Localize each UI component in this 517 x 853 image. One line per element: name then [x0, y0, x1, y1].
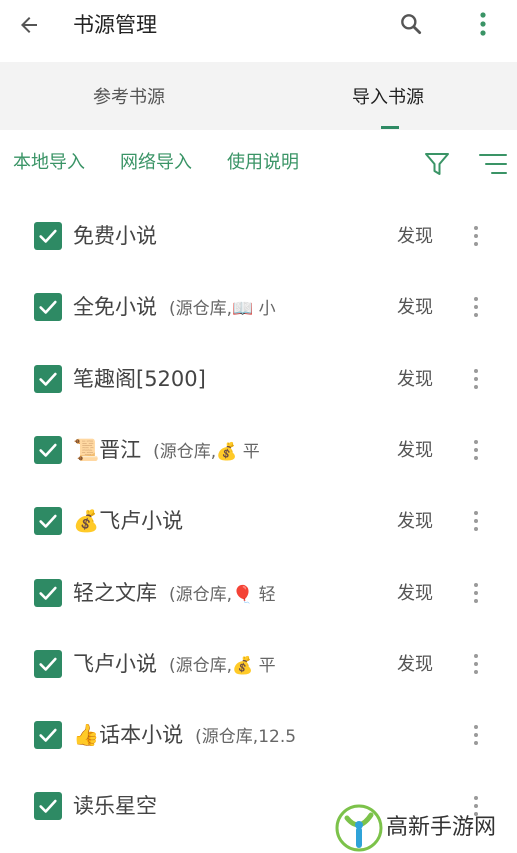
more-vert-icon [474, 511, 478, 531]
back-button[interactable] [14, 10, 44, 40]
discover-label[interactable]: 发现 [397, 652, 433, 678]
checkbox[interactable] [34, 293, 62, 321]
source-name-text: 读乐星空 [73, 794, 157, 818]
more-vert-icon [474, 226, 478, 246]
source-name: 💰飞卢小说 [73, 505, 183, 537]
row-menu-button[interactable] [466, 222, 486, 250]
source-emoji-icon: 📜 [73, 438, 100, 462]
more-vert-icon [474, 583, 478, 603]
more-vert-icon [474, 297, 478, 317]
source-row[interactable]: 笔趣阁[5200] 发现 [0, 343, 517, 413]
source-emoji-icon: 👍 [73, 723, 100, 747]
check-icon [39, 443, 57, 457]
source-row[interactable]: 💰飞卢小说 发现 [0, 485, 517, 555]
check-icon [39, 514, 57, 528]
source-name: 飞卢小说 (源仓库,💰 平 [73, 648, 276, 680]
source-name-text: 免费小说 [73, 224, 157, 248]
check-icon [39, 586, 57, 600]
tab-reference-sources[interactable]: 参考书源 [0, 62, 258, 130]
row-menu-button[interactable] [466, 436, 486, 464]
page-title: 书源管理 [73, 13, 157, 37]
row-menu-button[interactable] [466, 650, 486, 678]
local-import-link[interactable]: 本地导入 [13, 150, 85, 176]
row-menu-button[interactable] [466, 579, 486, 607]
source-group-label: (源仓库,💰 平 [153, 442, 260, 462]
source-name-text: 话本小说 [99, 723, 184, 747]
discover-label[interactable]: 发现 [397, 224, 433, 250]
watermark-logo-icon [335, 804, 383, 852]
tab-import-sources[interactable]: 导入书源 [259, 62, 517, 130]
more-vert-icon [474, 369, 478, 389]
check-icon [39, 799, 57, 813]
checkbox[interactable] [34, 650, 62, 678]
discover-label[interactable]: 发现 [397, 581, 433, 607]
source-name-text: 全免小说 [73, 295, 157, 319]
more-vert-icon [474, 654, 478, 674]
checkbox[interactable] [34, 792, 62, 820]
sort-button[interactable] [478, 150, 508, 178]
check-icon [39, 372, 57, 386]
source-emoji-icon: 💰 [73, 509, 100, 533]
source-name-text: 晋江 [99, 438, 142, 462]
checkbox[interactable] [34, 436, 62, 464]
source-group-label: (源仓库,📖 小 [169, 299, 276, 319]
source-row[interactable]: 飞卢小说 (源仓库,💰 平 发现 [0, 628, 517, 698]
source-group-label: (源仓库,🎈 轻 [169, 585, 276, 605]
more-vert-icon [474, 725, 478, 745]
more-vert-icon [480, 12, 486, 36]
app-bar: 书源管理 [0, 0, 517, 50]
filter-button[interactable] [423, 150, 451, 178]
source-name: 📜晋江 (源仓库,💰 平 [73, 434, 260, 466]
checkbox[interactable] [34, 507, 62, 535]
checkbox[interactable] [34, 222, 62, 250]
source-name-text: 飞卢小说 [99, 509, 184, 533]
check-icon [39, 728, 57, 742]
overflow-menu-button[interactable] [468, 9, 498, 39]
source-name-text: 轻之文库 [73, 581, 157, 605]
source-group-label: (源仓库,💰 平 [169, 656, 276, 676]
source-name: 👍话本小说 (源仓库,12.5 [73, 719, 296, 751]
source-row[interactable]: 📜晋江 (源仓库,💰 平 发现 [0, 414, 517, 484]
row-menu-button[interactable] [466, 721, 486, 749]
checkbox[interactable] [34, 721, 62, 749]
check-icon [39, 300, 57, 314]
instructions-link[interactable]: 使用说明 [227, 150, 299, 176]
tab-indicator [381, 126, 399, 129]
filter-icon [425, 153, 449, 175]
search-icon [401, 14, 422, 35]
source-row[interactable]: 👍话本小说 (源仓库,12.5 [0, 699, 517, 769]
tab-bar: 参考书源 导入书源 [0, 62, 517, 130]
check-icon [39, 657, 57, 671]
row-menu-button[interactable] [466, 365, 486, 393]
source-name: 笔趣阁[5200] [73, 363, 206, 395]
checkbox[interactable] [34, 579, 62, 607]
source-row[interactable]: 免费小说 发现 [0, 200, 517, 270]
row-menu-button[interactable] [466, 293, 486, 321]
source-row[interactable]: 轻之文库 (源仓库,🎈 轻 发现 [0, 557, 517, 627]
check-icon [39, 229, 57, 243]
source-name-text: 笔趣阁[5200] [73, 367, 206, 391]
source-name: 读乐星空 [73, 790, 157, 822]
network-import-link[interactable]: 网络导入 [120, 150, 192, 176]
source-name-text: 飞卢小说 [73, 652, 157, 676]
sort-icon [479, 154, 507, 174]
discover-label[interactable]: 发现 [397, 295, 433, 321]
more-vert-icon [474, 440, 478, 460]
source-name: 免费小说 [73, 220, 157, 252]
source-group-label: (源仓库,12.5 [195, 727, 297, 747]
watermark-text: 高新手游网 [386, 815, 497, 840]
arrow-left-icon [21, 17, 37, 33]
discover-label[interactable]: 发现 [397, 509, 433, 535]
source-name: 轻之文库 (源仓库,🎈 轻 [73, 577, 276, 609]
search-button[interactable] [396, 9, 426, 39]
discover-label[interactable]: 发现 [397, 367, 433, 393]
source-row[interactable]: 全免小说 (源仓库,📖 小 发现 [0, 271, 517, 341]
row-menu-button[interactable] [466, 507, 486, 535]
checkbox[interactable] [34, 365, 62, 393]
source-name: 全免小说 (源仓库,📖 小 [73, 291, 276, 323]
discover-label[interactable]: 发现 [397, 438, 433, 464]
